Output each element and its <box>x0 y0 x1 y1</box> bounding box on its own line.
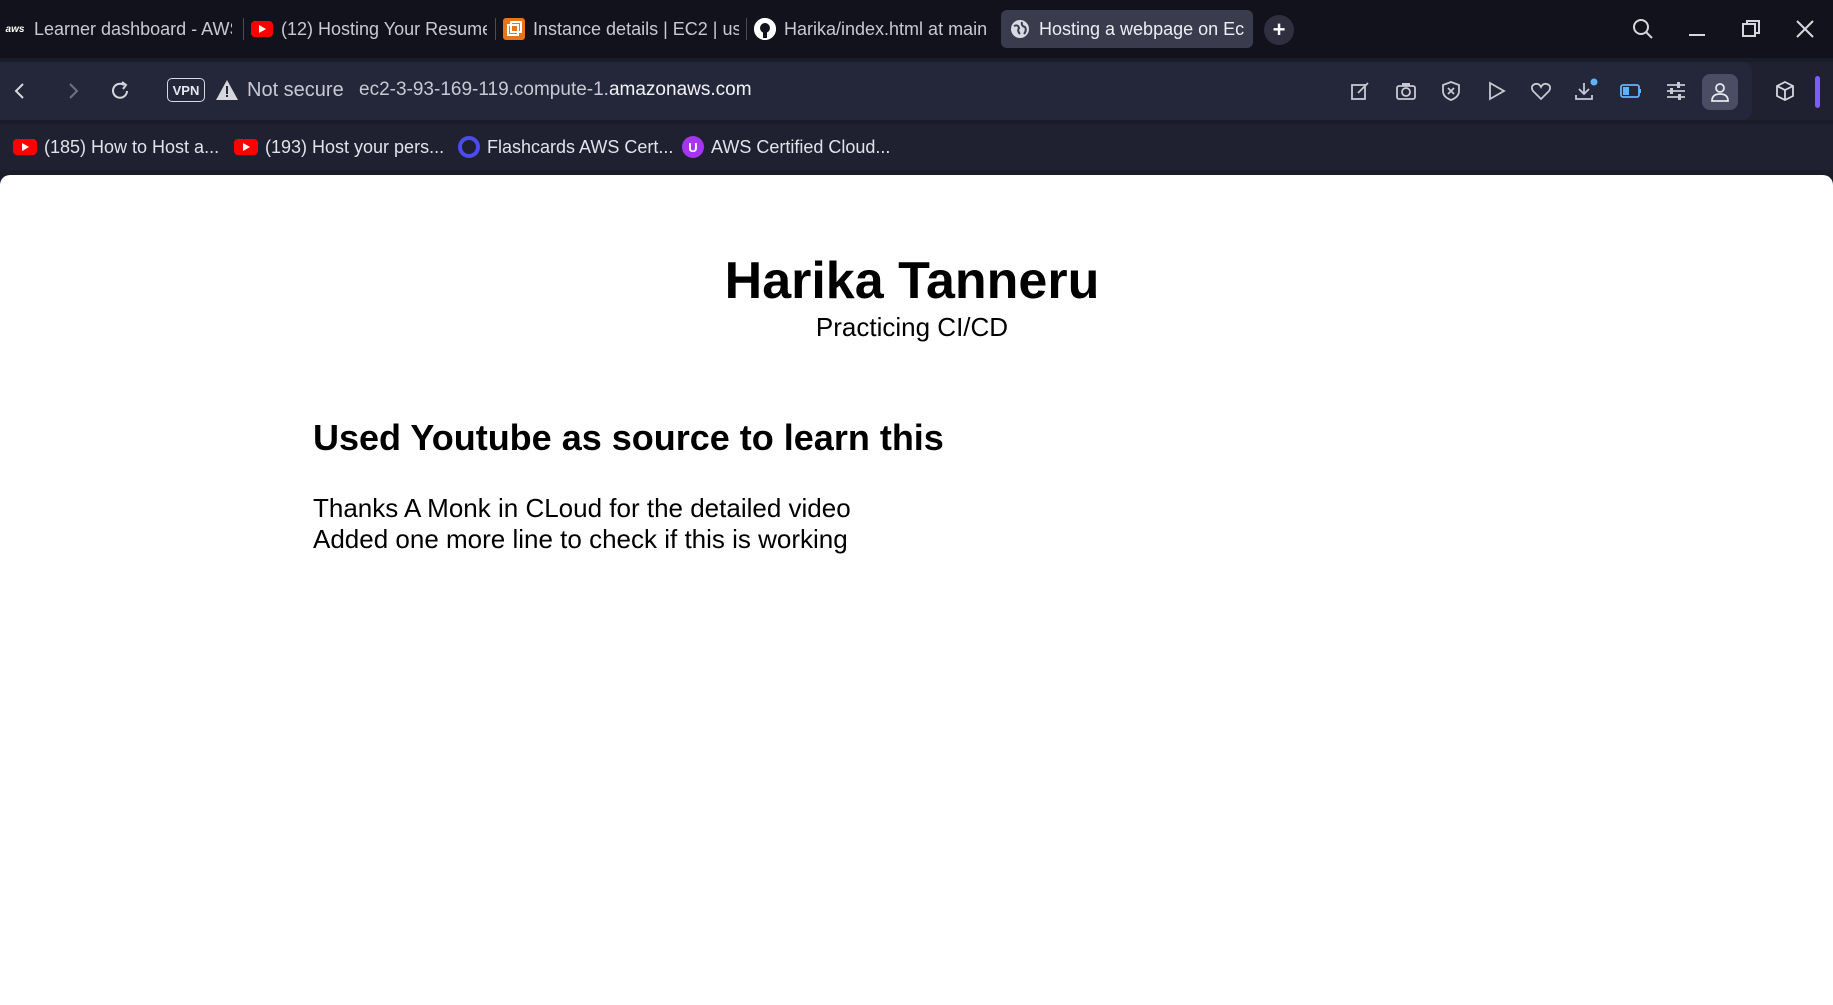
chevron-left-icon <box>14 83 24 99</box>
vpn-button[interactable]: VPN <box>167 78 205 102</box>
search-tabs-button[interactable] <box>1628 14 1658 44</box>
warning-icon <box>215 79 239 101</box>
forward-button[interactable] <box>58 76 88 106</box>
github-icon <box>754 18 776 40</box>
page-title: Harika Tanneru <box>724 252 1100 310</box>
minimize-button[interactable] <box>1682 14 1712 44</box>
text-line-1: Thanks A Monk in CLoud for the detailed … <box>313 493 851 523</box>
tab-divider <box>495 18 496 40</box>
quizlet-icon <box>458 136 480 158</box>
youtube-icon <box>251 21 273 37</box>
close-window-button[interactable] <box>1790 14 1820 44</box>
tab-divider <box>243 18 244 40</box>
web-page: Harika Tanneru Practicing CI/CD Used You… <box>0 175 1833 1005</box>
toolbar: VPN Not secure ec2-3-93-169-119.compute-… <box>0 62 1833 120</box>
tab-strip: aws Learner dashboard - AWS (12) Hosting… <box>0 0 1833 58</box>
snapshot-button[interactable] <box>1391 76 1421 106</box>
cube-icon <box>1776 80 1794 102</box>
camera-icon <box>1396 83 1416 100</box>
page-body: Harika Tanneru Practicing CI/CD Used You… <box>0 175 1833 1005</box>
player-button[interactable] <box>1481 76 1511 106</box>
bookmark-label: AWS Certified Cloud... <box>711 136 891 157</box>
aws-icon: aws <box>5 23 25 35</box>
sidebar-toggle[interactable] <box>1815 76 1820 108</box>
profile-button[interactable] <box>1702 74 1738 110</box>
tab-title: Instance details | EC2 | us- <box>533 18 739 39</box>
downloads-button[interactable] <box>1571 76 1601 106</box>
edit-page-button[interactable] <box>1345 76 1375 106</box>
bookmarks-bar: (185) How to Host a... (193) Host your p… <box>0 124 1833 170</box>
download-icon <box>1575 78 1598 100</box>
reload-icon <box>112 81 128 99</box>
battery-saver-button[interactable] <box>1616 76 1646 106</box>
tab-divider <box>746 18 747 40</box>
shield-icon <box>1442 81 1460 101</box>
tab-title: (12) Hosting Your Resume <box>281 18 487 39</box>
extensions-button[interactable] <box>1770 76 1800 106</box>
bookmark-flashcards[interactable]: Flashcards AWS Cert... <box>458 134 673 160</box>
tab-hosting-resume[interactable]: (12) Hosting Your Resume <box>251 10 487 48</box>
play-icon <box>1489 81 1506 101</box>
bookmark-aws-certified[interactable]: U AWS Certified Cloud... <box>682 134 890 160</box>
globe-icon <box>1009 18 1031 40</box>
ad-blocker-button[interactable] <box>1436 76 1466 106</box>
udemy-icon: U <box>682 136 704 158</box>
security-status[interactable]: Not secure <box>247 79 344 102</box>
search-icon <box>1633 19 1653 39</box>
tab-instance-details[interactable]: Instance details | EC2 | us- <box>503 10 739 48</box>
bookmark-label: (185) How to Host a... <box>44 136 220 157</box>
close-icon <box>1796 20 1814 38</box>
battery-icon <box>1620 84 1641 98</box>
url-prefix: ec2-3-93-169-119.compute-1. <box>359 79 609 100</box>
youtube-icon <box>234 139 258 155</box>
section-text: Thanks A Monk in CLoud for the detailed … <box>313 493 851 555</box>
bookmark-host-your-pers[interactable]: (193) Host your pers... <box>234 134 444 160</box>
restore-icon <box>1742 20 1760 37</box>
settings-sliders-icon <box>1667 82 1685 100</box>
tab-github-index[interactable]: Harika/index.html at main <box>754 10 990 48</box>
new-tab-button[interactable]: + <box>1264 15 1294 45</box>
heart-icon <box>1530 82 1552 101</box>
reload-button[interactable] <box>105 76 135 106</box>
address-bar: VPN Not secure ec2-3-93-169-119.compute-… <box>0 62 1752 120</box>
chevron-right-icon <box>69 83 79 99</box>
bookmark-label: Flashcards AWS Cert... <box>487 136 674 157</box>
text-line-2: Added one more line to check if this is … <box>313 524 848 554</box>
restore-button[interactable] <box>1736 14 1766 44</box>
tab-learner-dashboard[interactable]: aws Learner dashboard - AWS <box>4 10 232 48</box>
page-subtitle: Practicing CI/CD <box>815 312 1009 342</box>
minimize-icon <box>1689 34 1705 36</box>
favorites-button[interactable] <box>1526 76 1556 106</box>
user-icon <box>1711 83 1729 102</box>
youtube-icon <box>13 139 37 155</box>
bookmark-how-to-host[interactable]: (185) How to Host a... <box>13 134 219 160</box>
plus-icon: + <box>1272 17 1286 42</box>
tab-hosting-webpage[interactable]: Hosting a webpage on Ec2 <box>1001 10 1253 48</box>
edit-icon <box>1351 82 1369 100</box>
tab-title: Learner dashboard - AWS <box>34 18 232 39</box>
tab-title: Harika/index.html at main <box>784 18 988 39</box>
bookmark-label: (193) Host your pers... <box>265 136 445 157</box>
url-domain: amazonaws.com <box>608 79 752 100</box>
tab-title: Hosting a webpage on Ec2 <box>1039 18 1245 39</box>
ec2-icon <box>503 18 525 40</box>
back-button[interactable] <box>5 76 35 106</box>
url-field[interactable]: ec2-3-93-169-119.compute-1.amazonaws.com <box>359 79 752 101</box>
easy-setup-button[interactable] <box>1661 76 1691 106</box>
section-heading: Used Youtube as source to learn this <box>313 417 944 458</box>
